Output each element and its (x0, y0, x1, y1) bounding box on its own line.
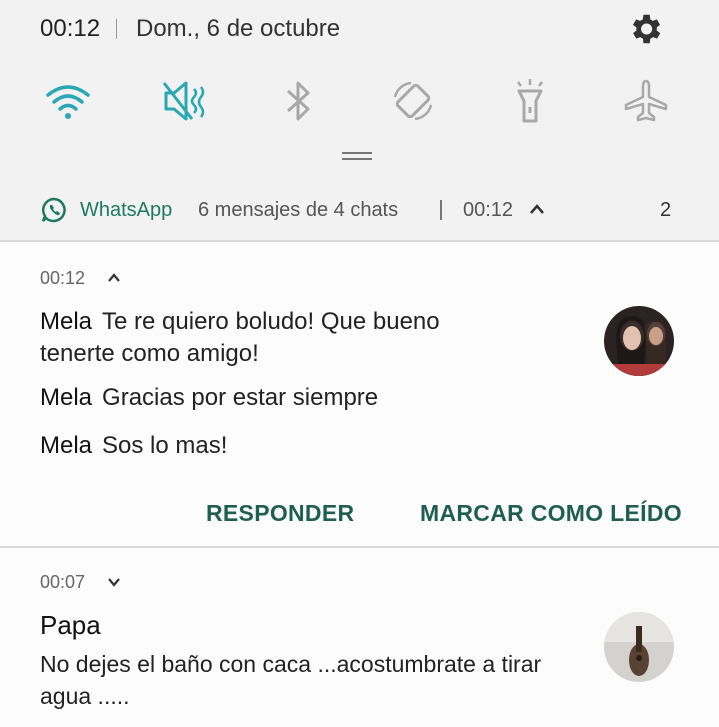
quick-settings (0, 75, 719, 135)
notification-time: 00:07 (40, 572, 86, 592)
avatar (604, 306, 674, 376)
flashlight-icon[interactable] (504, 75, 556, 127)
auto-rotate-icon[interactable] (387, 75, 439, 127)
avatar-photo (604, 612, 674, 682)
divider (440, 200, 442, 220)
notification-card[interactable]: 00:12 Mela Te re quiero boludo! Que bueno… (0, 240, 719, 546)
chevron-down-icon[interactable] (106, 576, 122, 588)
group-time: 00:12 (463, 199, 514, 221)
clock: 00:12 (40, 15, 101, 42)
gear-icon[interactable] (626, 10, 664, 48)
divider (116, 19, 117, 39)
chevron-up-icon[interactable] (106, 272, 122, 284)
sender-name: Papa (40, 610, 101, 640)
message-line: Mela Sos lo mas! (40, 430, 510, 462)
reply-button[interactable]: RESPONDER (206, 500, 354, 527)
message-text: No dejes el baño con caca ...acostumbrat… (40, 651, 542, 709)
notification-card[interactable]: 00:07 Papa No dejes el baño con caca ...… (0, 546, 719, 727)
bluetooth-icon[interactable] (272, 75, 324, 127)
avatar (604, 612, 674, 682)
sender-name: Mela (40, 308, 93, 335)
sender-name: Mela (40, 432, 93, 459)
message-text: Sos lo mas! (102, 432, 228, 459)
message-text: Gracias por estar siempre (102, 384, 379, 411)
message-text: Te re quiero boludo! Que bueno tenerte c… (40, 308, 440, 367)
drag-handle[interactable] (342, 152, 372, 162)
date-label: Dom., 6 de octubre (136, 15, 341, 42)
message-line: Mela Te re quiero boludo! Que bueno tener… (40, 306, 510, 370)
app-name: WhatsApp (80, 199, 173, 221)
mark-as-read-button[interactable]: MARCAR COMO LEÍDO (420, 500, 682, 527)
avatar-photo (604, 306, 674, 376)
wifi-icon[interactable] (42, 75, 94, 127)
group-summary: 6 mensajes de 4 chats (198, 199, 399, 221)
sender-name: Mela (40, 384, 93, 411)
whatsapp-group-header[interactable]: WhatsApp 6 mensajes de 4 chats 00:12 2 (0, 188, 719, 236)
notification-time: 00:12 (40, 268, 86, 288)
notification-count: 2 (660, 199, 672, 221)
status-bar: 00:12 Dom., 6 de octubre (0, 0, 719, 62)
message-line: Mela Gracias por estar siempre (40, 382, 510, 414)
whatsapp-icon (41, 197, 66, 223)
chevron-up-icon[interactable] (528, 202, 546, 216)
sound-muted-icon[interactable] (158, 75, 210, 127)
airplane-mode-icon[interactable] (620, 75, 672, 127)
